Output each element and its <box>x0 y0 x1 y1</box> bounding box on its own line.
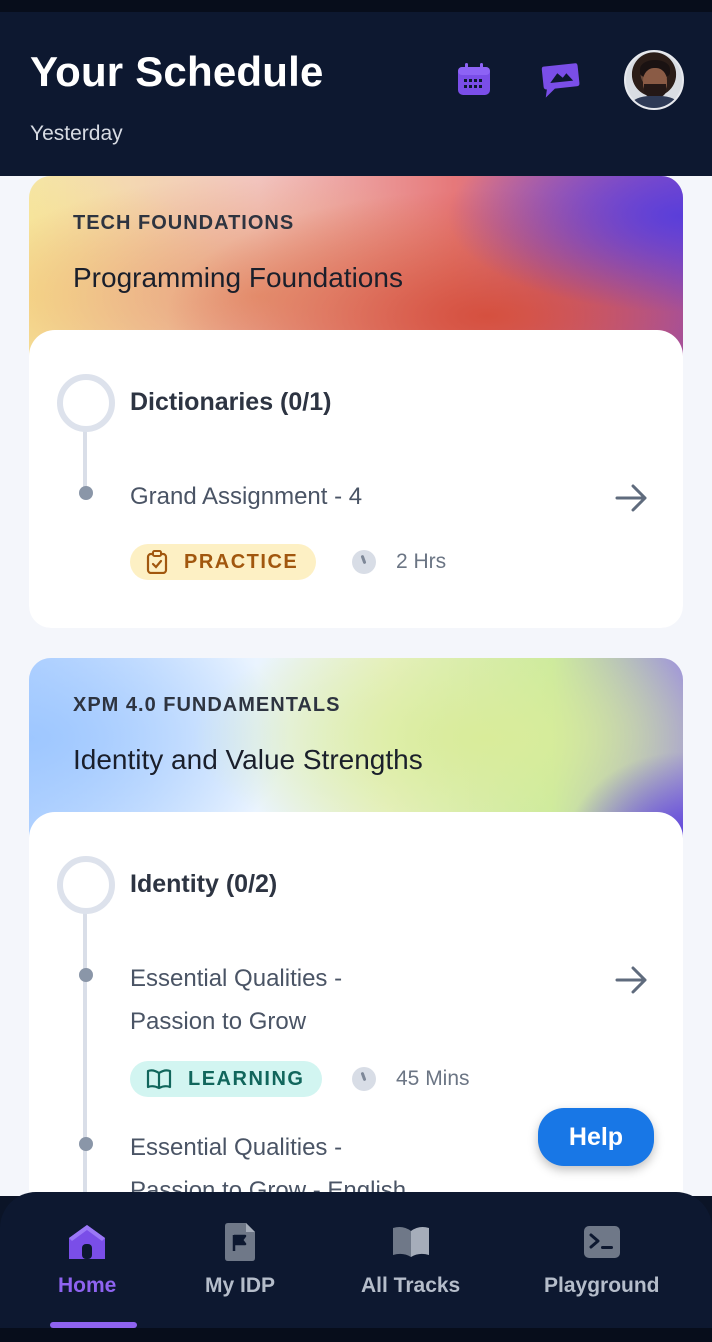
book-open-icon <box>146 1069 172 1090</box>
learning-badge: LEARNING <box>130 1061 323 1097</box>
duration-label: 2 Hrs <box>396 550 447 573</box>
calendar-icon[interactable] <box>446 52 502 108</box>
home-icon <box>69 1225 106 1259</box>
item-title[interactable]: Essential Qualities - Passion to Grow <box>130 957 342 1043</box>
card-panel: Dictionaries (0/1) Grand Assignment - 4 … <box>29 330 683 628</box>
course-card[interactable]: TECH FOUNDATIONS Programming Foundations… <box>29 176 683 628</box>
practice-badge: PRACTICE <box>130 544 317 580</box>
item-title[interactable]: Essential Qualities - Passion to Grow - … <box>130 1126 406 1196</box>
card-category: TECH FOUNDATIONS <box>73 212 295 234</box>
nav-label: Home <box>58 1274 117 1297</box>
document-flag-icon <box>225 1223 255 1261</box>
arrow-right-icon[interactable] <box>615 965 649 995</box>
nav-label: All Tracks <box>361 1274 461 1297</box>
nav-item-my-idp[interactable]: My IDP <box>205 1222 275 1298</box>
duration-label: 45 Mins <box>396 1067 470 1090</box>
clock-icon <box>352 1067 376 1091</box>
chat-icon[interactable] <box>532 52 588 108</box>
page-subtitle: Yesterday <box>30 122 123 145</box>
card-title: Identity and Value Strengths <box>73 744 423 775</box>
nav-item-home[interactable]: Home <box>58 1222 116 1298</box>
book-icon <box>392 1227 429 1257</box>
nav-label: My IDP <box>205 1274 276 1297</box>
timeline-dot <box>79 1137 93 1151</box>
progress-ring-icon <box>57 374 115 432</box>
bottom-nav: Home My IDP All Tracks Playground <box>0 1192 712 1342</box>
nav-label: Playground <box>544 1274 660 1297</box>
section-title: Identity (0/2) <box>130 870 278 898</box>
arrow-right-icon[interactable] <box>615 483 649 513</box>
terminal-icon <box>583 1226 620 1258</box>
timeline-dot <box>79 486 93 500</box>
avatar[interactable] <box>624 50 684 110</box>
nav-item-playground[interactable]: Playground <box>544 1222 660 1298</box>
timeline-dot <box>79 968 93 982</box>
app-header: Your Schedule Yesterday <box>0 0 712 176</box>
system-bar <box>0 1328 712 1342</box>
badge-label: LEARNING <box>188 1067 305 1090</box>
item-title[interactable]: Grand Assignment - 4 <box>130 475 362 518</box>
help-button[interactable]: Help <box>538 1108 654 1166</box>
timeline-line <box>83 908 87 1196</box>
duration: 2 Hrs <box>352 550 446 574</box>
schedule-list[interactable]: TECH FOUNDATIONS Programming Foundations… <box>0 176 712 1196</box>
card-category: XPM 4.0 FUNDAMENTALS <box>73 694 341 716</box>
badge-label: PRACTICE <box>184 550 299 573</box>
page-title: Your Schedule <box>30 48 324 95</box>
duration: 45 Mins <box>352 1067 470 1091</box>
progress-ring-icon <box>57 856 115 914</box>
card-title: Programming Foundations <box>73 262 403 293</box>
clipboard-check-icon <box>146 550 168 574</box>
nav-item-all-tracks[interactable]: All Tracks <box>361 1222 460 1298</box>
section-title: Dictionaries (0/1) <box>130 388 332 416</box>
clock-icon <box>352 550 376 574</box>
